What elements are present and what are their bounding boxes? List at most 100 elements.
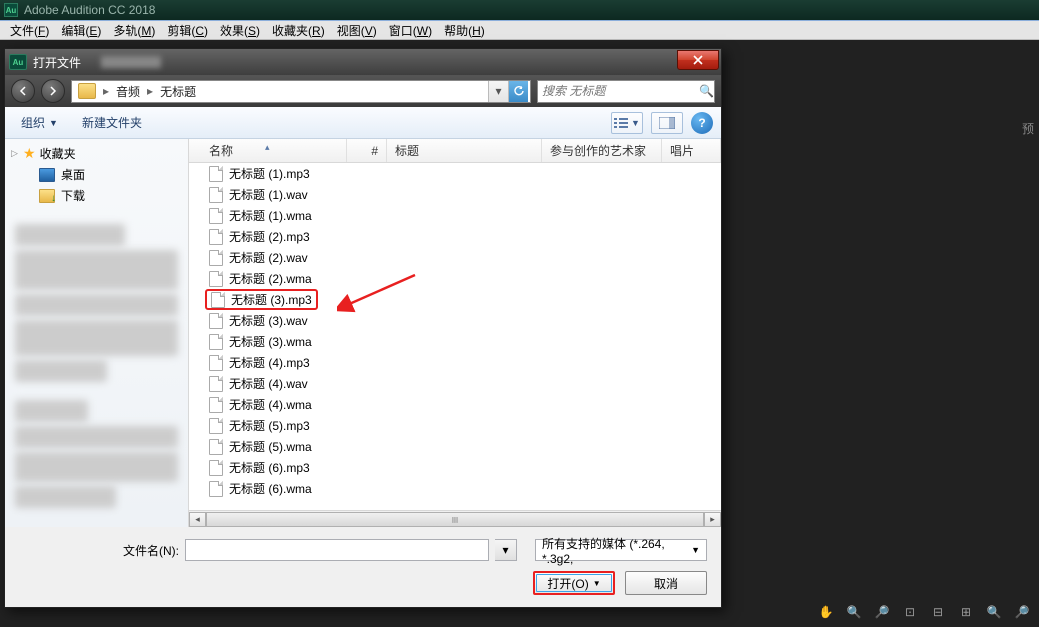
folder-icon [78,83,96,99]
zoom-time-out-icon[interactable]: 🔎 [1013,603,1031,621]
menu-s[interactable]: 效果(S) [214,22,266,39]
menu-f[interactable]: 文件(F) [4,22,55,39]
file-row[interactable]: 无标题 (1).mp3 [189,163,721,184]
back-button[interactable] [11,79,35,103]
organize-button[interactable]: 组织 ▼ [13,111,66,134]
file-name: 无标题 (6).mp3 [229,459,310,476]
open-button[interactable]: 打开(O) ▼ [533,571,615,595]
help-button[interactable]: ? [691,112,713,134]
file-row[interactable]: 无标题 (5).mp3 [189,415,721,436]
file-row[interactable]: 无标题 (6).mp3 [189,457,721,478]
scroll-thumb[interactable] [206,512,704,527]
menu-e[interactable]: 编辑(E) [55,22,107,39]
file-row[interactable]: 无标题 (2).mp3 [189,226,721,247]
blurred-item [15,250,178,290]
crumb-sep-icon[interactable]: ▸ [100,84,112,98]
menu-r[interactable]: 收藏夹(R) [266,22,331,39]
file-icon [209,229,223,245]
favorites-header[interactable]: ★ 收藏夹 [5,143,188,164]
file-icon [209,271,223,287]
hand-tool-icon[interactable]: ✋ [817,603,835,621]
filename-dropdown[interactable]: ▾ [495,539,517,561]
close-button[interactable] [677,50,719,70]
zoom-out-icon[interactable]: 🔎 [873,603,891,621]
star-icon: ★ [23,145,36,162]
file-icon [209,418,223,434]
filename-input[interactable] [185,539,489,561]
column-number[interactable]: # [347,139,387,162]
menu-h[interactable]: 帮助(H) [438,22,491,39]
file-row[interactable]: 无标题 (4).mp3 [189,352,721,373]
menu-c[interactable]: 剪辑(C) [161,22,214,39]
file-name: 无标题 (3).mp3 [231,291,312,308]
filetype-filter[interactable]: 所有支持的媒体 (*.264, *.3g2, ▼ [535,539,707,561]
sidebar-item-downloads[interactable]: 下载 [5,185,188,206]
file-name: 无标题 (4).wav [229,375,308,392]
cancel-button[interactable]: 取消 [625,571,707,595]
crumb-sep-icon[interactable]: ▸ [144,84,156,98]
column-album[interactable]: 唱片 [662,139,721,162]
column-title[interactable]: 标题 [387,139,542,162]
file-row[interactable]: 无标题 (2).wma [189,268,721,289]
file-row[interactable]: 无标题 (4).wma [189,394,721,415]
file-icon [209,376,223,392]
app-titlebar: Au Adobe Audition CC 2018 [0,0,1039,20]
file-icon [209,313,223,329]
file-name: 无标题 (2).wma [229,270,312,287]
file-name: 无标题 (5).wma [229,438,312,455]
scroll-right-button[interactable]: ▸ [704,512,721,527]
zoom-fit-icon[interactable]: ⊡ [901,603,919,621]
refresh-button[interactable] [508,81,528,102]
column-name[interactable]: 名称▴ [189,139,347,162]
search-input[interactable] [542,84,699,98]
file-icon [209,439,223,455]
file-row[interactable]: 无标题 (1).wma [189,205,721,226]
menu-v[interactable]: 视图(V) [331,22,383,39]
column-artist[interactable]: 参与创作的艺术家 [542,139,662,162]
app-title: Adobe Audition CC 2018 [24,3,155,17]
file-row[interactable]: 无标题 (4).wav [189,373,721,394]
file-list[interactable]: 无标题 (1).mp3无标题 (1).wav 无标题 (1).wma 无标题 (2)… [189,163,721,510]
file-name: 无标题 (2).wav [229,249,308,266]
zoom-time-in-icon[interactable]: 🔍 [985,603,1003,621]
breadcrumb-segment[interactable]: 无标题 [156,83,200,100]
view-mode-button[interactable]: ▼ [611,112,643,134]
new-folder-button[interactable]: 新建文件夹 [74,111,150,134]
file-name: 无标题 (2).mp3 [229,228,310,245]
file-row[interactable]: 无标题 (3).wav [189,310,721,331]
zoom-in-icon[interactable]: 🔍 [845,603,863,621]
sidebar-item-desktop[interactable]: 桌面 [5,164,188,185]
file-row[interactable]: 无标题 (5).wma [189,436,721,457]
scroll-left-button[interactable]: ◂ [189,512,206,527]
search-box[interactable]: 🔍 [537,80,715,103]
file-row[interactable]: 无标题 (3).mp3 [189,289,721,310]
menu-m[interactable]: 多轨(M) [107,22,161,39]
address-bar[interactable]: ▸ 音频 ▸ 无标题 ▾ [71,80,531,103]
file-name: 无标题 (4).mp3 [229,354,310,371]
zoom-sel-icon[interactable]: ⊟ [929,603,947,621]
file-name: 无标题 (4).wma [229,396,312,413]
file-row[interactable]: 无标题 (6).wma [189,478,721,499]
filter-label: 所有支持的媒体 (*.264, *.3g2, [542,535,691,566]
breadcrumb-segment[interactable]: 音频 [112,83,144,100]
file-icon [209,187,223,203]
file-icon [209,166,223,182]
file-row[interactable]: 无标题 (1).wav [189,184,721,205]
blurred-item [15,426,178,448]
dialog-titlebar[interactable]: Au 打开文件 [5,49,721,75]
forward-button[interactable] [41,79,65,103]
zoom-icon[interactable]: ⊞ [957,603,975,621]
file-row[interactable]: 无标题 (3).wma [189,331,721,352]
file-name: 无标题 (1).wma [229,207,312,224]
horizontal-scrollbar[interactable]: ◂ ▸ [189,510,721,527]
search-icon[interactable]: 🔍 [699,84,714,98]
file-row[interactable]: 无标题 (2).wav [189,247,721,268]
file-icon [209,334,223,350]
blurred-item [15,360,107,382]
address-dropdown[interactable]: ▾ [488,81,508,102]
arrow-right-icon [48,86,58,96]
menu-w[interactable]: 窗口(W) [383,22,438,39]
preview-pane-icon [659,117,675,129]
preview-pane-button[interactable] [651,112,683,134]
file-name: 无标题 (5).mp3 [229,417,310,434]
